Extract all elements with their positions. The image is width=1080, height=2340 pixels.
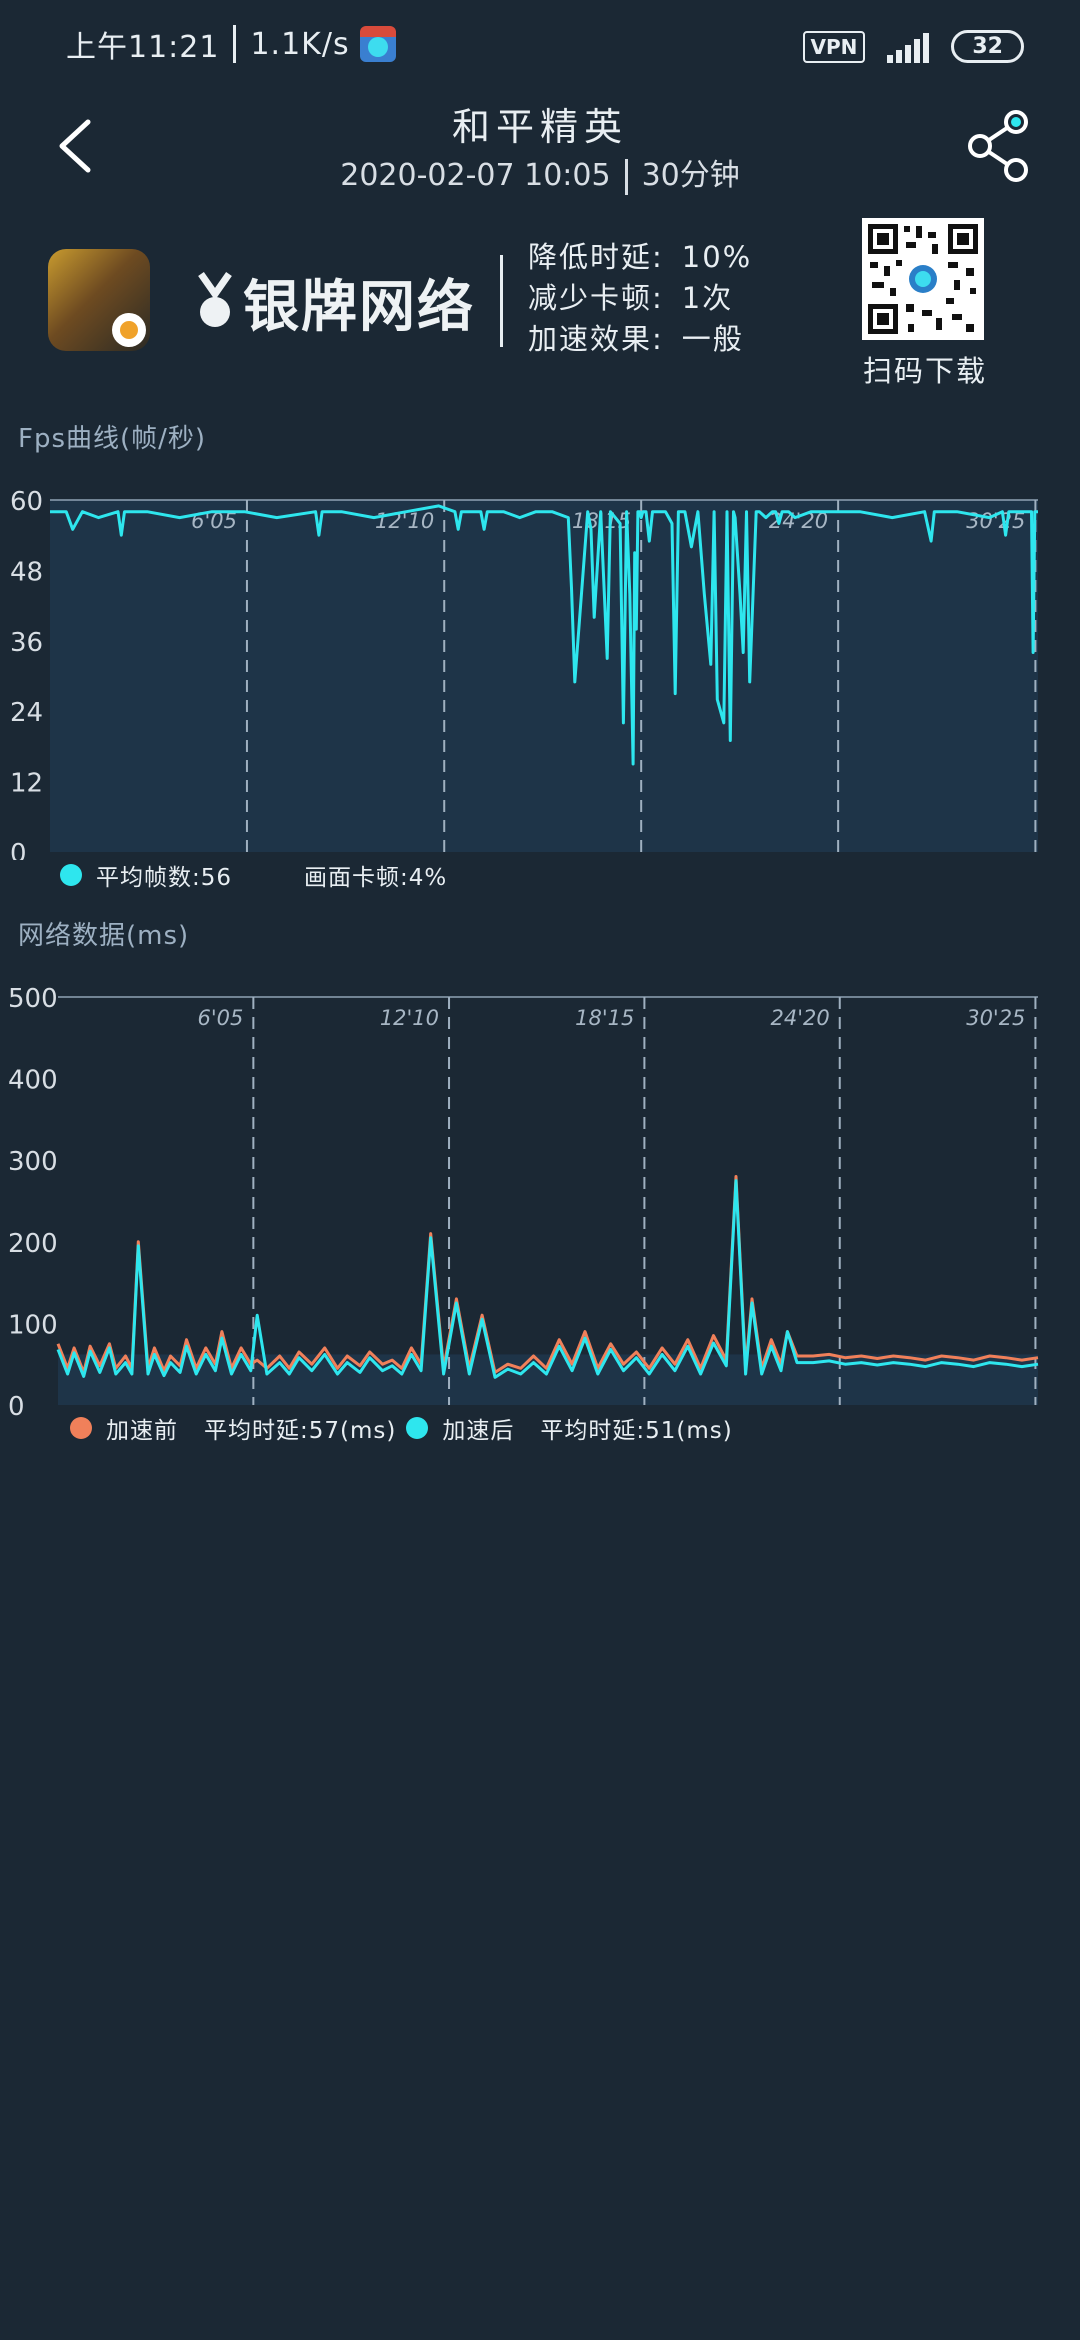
- brand-divider: [500, 255, 503, 347]
- battery-indicator: 32: [951, 30, 1024, 63]
- share-icon[interactable]: [964, 108, 1034, 184]
- status-time: 上午11:21: [66, 30, 220, 65]
- stat-stutter: 减少卡顿: 1次: [528, 278, 752, 319]
- after-avg: 平均时延:51(ms): [540, 1418, 733, 1444]
- signal-icon: [887, 31, 930, 63]
- x-tick-label: 30'25: [966, 1006, 1025, 1030]
- x-tick-label: 24'20: [771, 1006, 830, 1030]
- series-line-1: [56, 1175, 1039, 1374]
- net-chart: 0 100 200 300 400 500 6'05 12'10 18'15 24'20 30'25: [8, 984, 1039, 1418]
- y-tick-label: 200: [8, 1229, 58, 1259]
- qr-download[interactable]: 扫码下载: [862, 218, 988, 390]
- fps-stutter-label: 画面卡顿:4%: [304, 865, 448, 891]
- y-tick-label: 500: [8, 984, 58, 1014]
- page-title: 和平精英: [451, 105, 628, 149]
- y-tick-label: 12: [10, 769, 43, 799]
- session-duration: 30分钟: [641, 158, 740, 193]
- qr-code: [862, 218, 984, 340]
- before-label: 加速前: [106, 1418, 178, 1444]
- status-net-speed: 1.1K/s: [250, 26, 350, 62]
- status-divider: [233, 25, 237, 63]
- fps-avg-label: 平均帧数:56: [96, 865, 233, 891]
- session-info: 2020-02-07 10:05 30分钟: [0, 150, 1080, 195]
- after-legend-dot: [406, 1417, 429, 1439]
- session-divider: [624, 158, 628, 195]
- stat-latency: 降低时延: 10%: [528, 237, 752, 278]
- platform-badge-icon: [112, 313, 146, 347]
- y-tick-label: 100: [8, 1310, 58, 1340]
- x-tick-label: 6'05: [197, 1006, 243, 1030]
- accel-stats: 降低时延: 10% 减少卡顿: 1次 加速效果: 一般: [528, 237, 752, 360]
- x-tick-label: 18'15: [575, 1006, 634, 1030]
- fps-chart: 012243648606'05 12'10 18'15 24'20 30'25: [10, 487, 1038, 860]
- x-tick-label: 12'10: [380, 1006, 439, 1030]
- y-tick-label: 400: [8, 1066, 58, 1096]
- brand-name: 银牌网络: [243, 274, 475, 340]
- net-legend: 加速前 平均时延:57(ms) 加速后 平均时延:51(ms): [70, 1411, 733, 1445]
- y-tick-label: 60: [10, 487, 43, 517]
- net-section-title: 网络数据(ms): [18, 921, 190, 951]
- session-date: 2020-02-07 10:05: [340, 158, 611, 193]
- stat-latency-value: 10%: [681, 240, 753, 274]
- header: 和平精英 2020-02-07 10:05 30分钟: [0, 90, 1080, 210]
- medal-icon: [198, 272, 232, 327]
- stat-stutter-value: 1次: [681, 281, 734, 315]
- plot-area: [50, 500, 1038, 852]
- y-tick-label: 24: [10, 698, 43, 728]
- vpn-badge: VPN: [802, 30, 866, 63]
- accelerator-app-icon: [359, 26, 396, 62]
- fps-section-title: Fps曲线(帧/秒): [18, 424, 207, 454]
- game-icon: [48, 249, 150, 351]
- stat-effect: 加速效果: 一般: [528, 319, 752, 360]
- y-tick-label: 0: [8, 1392, 25, 1418]
- fps-legend: 平均帧数:56 画面卡顿:4%: [60, 858, 447, 892]
- y-tick-label: 48: [10, 557, 43, 587]
- after-label: 加速后: [442, 1418, 515, 1444]
- status-bar: 上午11:21 1.1K/s VPN 32: [0, 0, 1080, 90]
- brand-logo: 银牌网络: [195, 267, 485, 340]
- qr-label: 扫码下载: [862, 354, 987, 388]
- stat-stutter-label: 减少卡顿:: [528, 281, 664, 315]
- stat-latency-label: 降低时延:: [528, 240, 664, 274]
- brand-row: 银牌网络 降低时延: 10% 减少卡顿: 1次 加速效果: 一般 扫码下载: [0, 215, 1080, 388]
- status-right: VPN 32: [802, 30, 1024, 63]
- before-avg: 平均时延:57(ms): [204, 1418, 397, 1444]
- y-tick-label: 300: [8, 1147, 58, 1177]
- fps-legend-dot: [60, 864, 82, 886]
- before-legend-dot: [70, 1417, 92, 1439]
- y-tick-label: 36: [10, 628, 43, 658]
- stat-effect-label: 加速效果:: [528, 322, 664, 356]
- status-left: 上午11:21 1.1K/s: [66, 22, 396, 66]
- y-tick-label: 0: [10, 839, 27, 860]
- stat-effect-value: 一般: [681, 322, 744, 356]
